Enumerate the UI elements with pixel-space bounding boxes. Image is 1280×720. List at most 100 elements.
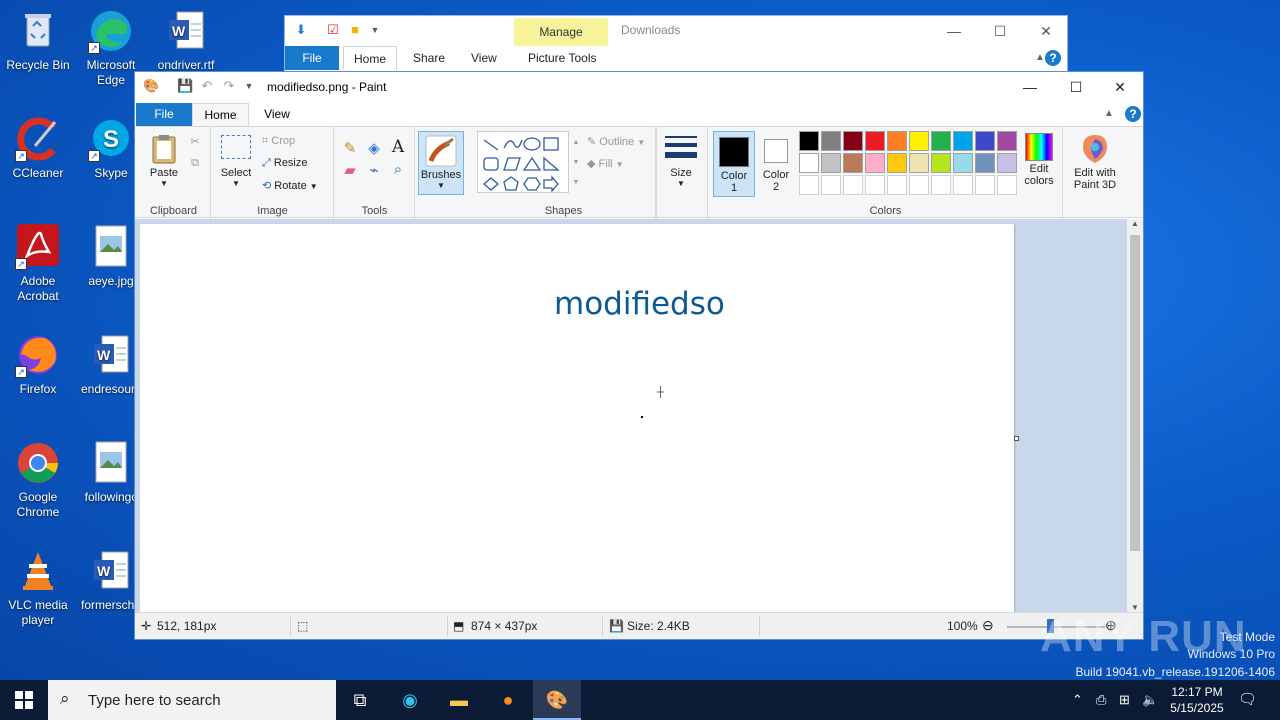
zoom-out-icon[interactable]: ⊖ <box>982 617 994 634</box>
canvas-resize-handle[interactable] <box>1014 436 1019 441</box>
edit-with-paint3d-button[interactable]: Edit with Paint 3D <box>1067 133 1123 191</box>
drawing-canvas[interactable]: modifiedso ┼ <box>140 224 1014 613</box>
minimize-icon[interactable]: — <box>931 16 977 46</box>
palette-swatch[interactable] <box>975 153 995 173</box>
color-picker-icon[interactable]: ⌁ <box>365 161 383 179</box>
manage-tab-header[interactable]: Manage <box>514 18 608 46</box>
custom-color-slot[interactable] <box>821 175 841 195</box>
network-device-icon[interactable]: ⎙ <box>1096 680 1106 720</box>
copy-icon[interactable]: ⧉ <box>187 157 203 170</box>
custom-color-slot[interactable] <box>909 175 929 195</box>
palette-swatch[interactable] <box>865 153 885 173</box>
color1-button[interactable]: Color 1 <box>713 131 755 197</box>
chevron-down-icon[interactable]: ▼ <box>367 22 383 38</box>
volume-icon[interactable]: 🔈 <box>1142 680 1158 720</box>
shapes-gallery[interactable] <box>477 131 569 193</box>
text-tool-icon[interactable]: A <box>389 137 407 157</box>
properties-icon[interactable]: ☑ <box>325 22 341 38</box>
chevron-down-icon[interactable]: ▼ <box>241 78 257 94</box>
edge-taskbar-icon[interactable]: ◉ <box>386 680 434 720</box>
tab-view[interactable]: View <box>253 103 301 126</box>
folder-icon[interactable]: ■ <box>347 22 363 38</box>
vertical-scrollbar[interactable]: ▲ ▼ <box>1127 219 1143 612</box>
desktop-icon-acrobat[interactable]: ↗ Adobe Acrobat <box>0 224 76 304</box>
palette-swatch[interactable] <box>931 153 951 173</box>
palette-swatch[interactable] <box>865 131 885 151</box>
eraser-icon[interactable]: ▰ <box>341 161 359 179</box>
custom-color-slot[interactable] <box>887 175 907 195</box>
canvas-workspace[interactable]: modifiedso ┼ <box>135 219 1127 613</box>
tab-home[interactable]: Home <box>343 46 398 70</box>
custom-color-slot[interactable] <box>799 175 819 195</box>
custom-color-slot[interactable] <box>997 175 1017 195</box>
tab-file[interactable]: File <box>136 103 192 126</box>
redo-icon[interactable]: ↷ <box>221 78 237 94</box>
palette-swatch[interactable] <box>953 131 973 151</box>
palette-swatch[interactable] <box>975 131 995 151</box>
custom-color-slot[interactable] <box>931 175 951 195</box>
explorer-window[interactable]: ⬇ ☑ ■ ▼ Manage Downloads — ☐ ✕ File Home… <box>284 15 1068 75</box>
maximize-icon[interactable]: ☐ <box>977 16 1023 46</box>
crop-button[interactable]: ⌗ Crop <box>262 135 295 148</box>
palette-swatch[interactable] <box>909 153 929 173</box>
resize-button[interactable]: ⤢ Resize <box>262 157 308 170</box>
network-icon[interactable]: ⊞ <box>1119 680 1130 720</box>
collapse-ribbon-icon[interactable]: ▲ <box>1101 103 1117 126</box>
paint-taskbar-icon[interactable]: 🎨 <box>533 680 581 720</box>
palette-swatch[interactable] <box>799 153 819 173</box>
custom-color-slot[interactable] <box>865 175 885 195</box>
minimize-icon[interactable]: — <box>1007 72 1053 102</box>
notifications-icon[interactable]: 🗨 <box>1238 680 1257 720</box>
cut-icon[interactable]: ✂ <box>187 135 203 148</box>
firefox-taskbar-icon[interactable]: ● <box>484 680 532 720</box>
palette-swatch[interactable] <box>931 131 951 151</box>
custom-color-slot[interactable] <box>975 175 995 195</box>
palette-swatch[interactable] <box>997 153 1017 173</box>
download-arrow-icon[interactable]: ⬇ <box>293 22 309 38</box>
tab-file[interactable]: File <box>285 46 339 70</box>
outline-button[interactable]: ✎ Outline ▼ <box>587 135 645 148</box>
scroll-down-icon[interactable]: ▼ <box>1127 603 1143 612</box>
pencil-icon[interactable]: ✎ <box>341 139 359 157</box>
palette-swatch[interactable] <box>887 131 907 151</box>
desktop-icon-ondriver[interactable]: W ondriver.rtf <box>148 8 224 73</box>
desktop-icon-chrome[interactable]: Google Chrome <box>0 440 76 520</box>
custom-color-slot[interactable] <box>843 175 863 195</box>
palette-swatch[interactable] <box>799 131 819 151</box>
select-button[interactable]: Select ▼ <box>218 135 254 188</box>
edit-colors-button[interactable]: Edit colors <box>1019 133 1059 187</box>
rotate-button[interactable]: ⟲ Rotate ▼ <box>262 179 318 192</box>
tab-home[interactable]: Home <box>192 103 249 126</box>
fill-button[interactable]: ◆ Fill ▼ <box>587 157 624 170</box>
undo-icon[interactable]: ↶ <box>199 78 215 94</box>
color2-button[interactable]: Color 2 <box>757 131 795 193</box>
palette-swatch[interactable] <box>997 131 1017 151</box>
desktop-icon-recycle-bin[interactable]: Recycle Bin <box>0 8 76 73</box>
desktop-icon-vlc[interactable]: VLC media player <box>0 548 76 628</box>
file-explorer-icon[interactable]: ▬ <box>435 680 483 720</box>
help-icon[interactable]: ? <box>1125 106 1141 122</box>
task-view-icon[interactable]: ⧉ <box>336 680 384 720</box>
start-button[interactable] <box>0 680 48 720</box>
desktop-icon-ccleaner[interactable]: ↗ CCleaner <box>0 116 76 181</box>
help-icon[interactable]: ? <box>1045 50 1061 66</box>
fill-bucket-icon[interactable]: ◈ <box>365 139 383 157</box>
tab-picture-tools[interactable]: Picture Tools <box>518 46 606 70</box>
paste-button[interactable]: Paste ▼ <box>143 133 185 188</box>
save-icon[interactable]: 💾 <box>177 78 193 94</box>
shapes-scroll-up-icon[interactable]: ▲ ▼ ▼ <box>571 133 581 193</box>
taskbar-search-box[interactable]: ⌕ Type here to search <box>48 680 336 720</box>
clock[interactable]: 12:17 PM 5/15/2025 <box>1162 684 1232 716</box>
close-icon[interactable]: ✕ <box>1023 16 1069 46</box>
palette-swatch[interactable] <box>843 131 863 151</box>
scroll-up-icon[interactable]: ▲ <box>1127 219 1143 228</box>
maximize-icon[interactable]: ☐ <box>1053 72 1099 102</box>
scrollbar-thumb[interactable] <box>1130 235 1140 551</box>
tab-view[interactable]: View <box>461 46 507 70</box>
palette-swatch[interactable] <box>887 153 907 173</box>
magnifier-icon[interactable]: ⌕ <box>389 161 407 178</box>
palette-swatch[interactable] <box>843 153 863 173</box>
close-icon[interactable]: ✕ <box>1097 72 1143 102</box>
brushes-button[interactable]: Brushes ▼ <box>418 131 464 195</box>
palette-swatch[interactable] <box>821 131 841 151</box>
